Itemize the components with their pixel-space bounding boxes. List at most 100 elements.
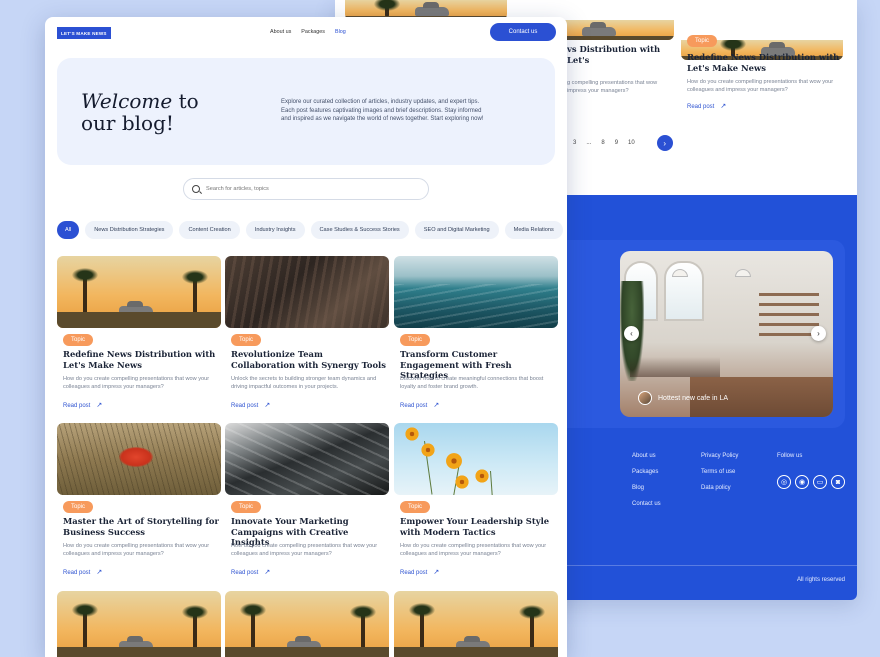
footer-link[interactable]: Privacy Policy — [701, 453, 738, 459]
title-italic: Welcome — [81, 89, 173, 113]
post-description: How do you create compelling presentatio… — [63, 543, 210, 557]
search-input[interactable] — [206, 186, 406, 192]
post-card[interactable] — [394, 591, 558, 657]
arrow-up-right-icon: ↗ — [264, 402, 271, 409]
post-card[interactable]: Topic Revolutionize Team Collaboration w… — [225, 256, 389, 409]
contact-button[interactable]: Contact us — [490, 23, 556, 41]
footer-link[interactable]: Contact us — [632, 501, 661, 507]
read-post-label: Read post — [63, 570, 91, 576]
filter-industry-insights[interactable]: Industry Insights — [245, 221, 305, 239]
arrow-up-right-icon: ↗ — [264, 569, 271, 576]
post-image — [225, 591, 389, 657]
footer-link[interactable]: Packages — [632, 469, 661, 475]
partial-post-card[interactable]: vs Distribution with Let's g compelling … — [567, 44, 677, 95]
post-image — [225, 423, 389, 495]
chevron-left-icon: ‹ — [630, 329, 633, 338]
post-image — [57, 256, 221, 328]
social-icon[interactable]: ◉ — [795, 475, 809, 489]
post-image — [57, 423, 221, 495]
read-post-link[interactable]: Read post ↗ — [400, 568, 439, 576]
post-title: Revolutionize Team Collaboration with Sy… — [231, 349, 386, 370]
page-link[interactable]: 9 — [615, 140, 618, 146]
slider-prev-button[interactable]: ‹ — [624, 326, 639, 341]
post-card[interactable]: Topic Master the Art of Storytelling for… — [57, 423, 221, 576]
read-post-link[interactable]: Read post ↗ — [400, 401, 439, 409]
filter-news-distribution[interactable]: News Distribution Strategies — [85, 221, 174, 239]
footer-links-legal: Privacy Policy Terms of use Data policy — [701, 453, 738, 491]
arrow-up-right-icon: ↗ — [433, 569, 440, 576]
social-icon[interactable]: ◙ — [831, 475, 845, 489]
post-title: Redefine News Distribution with Let's Ma… — [63, 349, 216, 370]
nav-about[interactable]: About us — [270, 29, 291, 35]
topic-badge: Topic — [63, 501, 94, 513]
slide-image: Hottest new cafe in LA — [620, 251, 833, 417]
pagination: 3 ... 8 9 10 › — [573, 135, 673, 151]
filter-media-relations[interactable]: Media Relations — [504, 221, 563, 239]
post-card[interactable]: Topic Innovate Your Marketing Campaigns … — [225, 423, 389, 576]
footer-link[interactable]: Data policy — [701, 485, 738, 491]
page-link[interactable]: 8 — [601, 140, 604, 146]
post-card[interactable]: Topic Empower Your Leadership Style with… — [394, 423, 558, 576]
topic-badge: Topic — [687, 35, 718, 47]
arrow-up-right-icon: ↗ — [433, 402, 440, 409]
topic-badge: Topic — [231, 334, 262, 346]
nav-packages[interactable]: Packages — [301, 29, 325, 35]
post-card[interactable] — [57, 591, 221, 657]
category-filters: All News Distribution Strategies Content… — [57, 221, 563, 239]
post-description: Unlock the secrets to building stronger … — [231, 376, 377, 390]
avatar — [638, 391, 652, 405]
post-title: Empower Your Leadership Style with Moder… — [400, 516, 550, 537]
read-post-label: Read post — [231, 403, 259, 409]
read-post-link[interactable]: Read post ↗ — [687, 102, 847, 110]
post-card[interactable]: Topic Redefine News Distribution with Le… — [57, 256, 221, 409]
arrow-up-right-icon: ↗ — [96, 402, 103, 409]
social-icon[interactable]: ◎ — [777, 475, 791, 489]
logo[interactable]: LET'S MAKE NEWS — [57, 27, 111, 39]
read-post-link[interactable]: Read post ↗ — [63, 568, 102, 576]
read-post-label: Read post — [400, 570, 428, 576]
chevron-right-icon: › — [663, 138, 667, 148]
chevron-right-icon: › — [817, 329, 820, 338]
arrow-up-right-icon: ↗ — [720, 103, 727, 110]
read-post-label: Read post — [231, 570, 259, 576]
page-link[interactable]: 3 — [573, 140, 576, 146]
post-description: How do you create compelling presentatio… — [231, 543, 378, 557]
filter-seo[interactable]: SEO and Digital Marketing — [414, 221, 499, 239]
post-card[interactable] — [225, 591, 389, 657]
filter-all[interactable]: All — [57, 221, 80, 239]
arrow-up-right-icon: ↗ — [96, 569, 103, 576]
footer-link[interactable]: About us — [632, 453, 661, 459]
read-post-link[interactable]: Read post ↗ — [231, 568, 270, 576]
post-description: Discover how to create meaningful connec… — [400, 376, 544, 390]
main-nav: About us Packages Blog — [270, 29, 346, 35]
page-title: Welcome to our blog! — [81, 90, 221, 134]
social-icon[interactable]: ▭ — [813, 475, 827, 489]
page-ellipsis: ... — [586, 140, 592, 146]
post-card[interactable]: Topic Transform Customer Engagement with… — [394, 256, 558, 409]
follow-us-label: Follow us — [777, 453, 803, 459]
post-title: vs Distribution with Let's — [567, 44, 661, 65]
post-image — [394, 423, 558, 495]
slider-next-button[interactable]: › — [811, 326, 826, 341]
blog-page: LET'S MAKE NEWS About us Packages Blog C… — [45, 17, 567, 657]
footer-links-main: About us Packages Blog Contact us — [632, 453, 661, 507]
post-card[interactable]: Topic Redefine News Distribution with Le… — [687, 29, 847, 110]
footer-link[interactable]: Terms of use — [701, 469, 738, 475]
nav-blog[interactable]: Blog — [335, 29, 346, 35]
next-page-button[interactable]: › — [656, 135, 673, 151]
read-post-link[interactable]: Read post ↗ — [63, 401, 102, 409]
footer-link[interactable]: Blog — [632, 485, 661, 491]
filter-content-creation[interactable]: Content Creation — [179, 221, 240, 239]
read-post-link[interactable]: Read post ↗ — [231, 401, 270, 409]
post-image — [394, 591, 558, 657]
read-post-label: Read post — [63, 403, 91, 409]
footer-social: Follow us ◎ ◉ ▭ ◙ — [777, 453, 845, 489]
search-bar[interactable] — [183, 178, 429, 200]
hero-description: Explore our curated collection of articl… — [281, 99, 484, 123]
page-link[interactable]: 10 — [628, 140, 635, 146]
filter-case-studies[interactable]: Case Studies & Success Stories — [310, 221, 409, 239]
post-description: How do you create compelling presentatio… — [400, 543, 547, 557]
post-description: How do you create compelling presentatio… — [63, 376, 210, 390]
read-post-label: Read post — [687, 104, 715, 110]
post-description: g compelling presentations that wow impr… — [567, 80, 658, 94]
